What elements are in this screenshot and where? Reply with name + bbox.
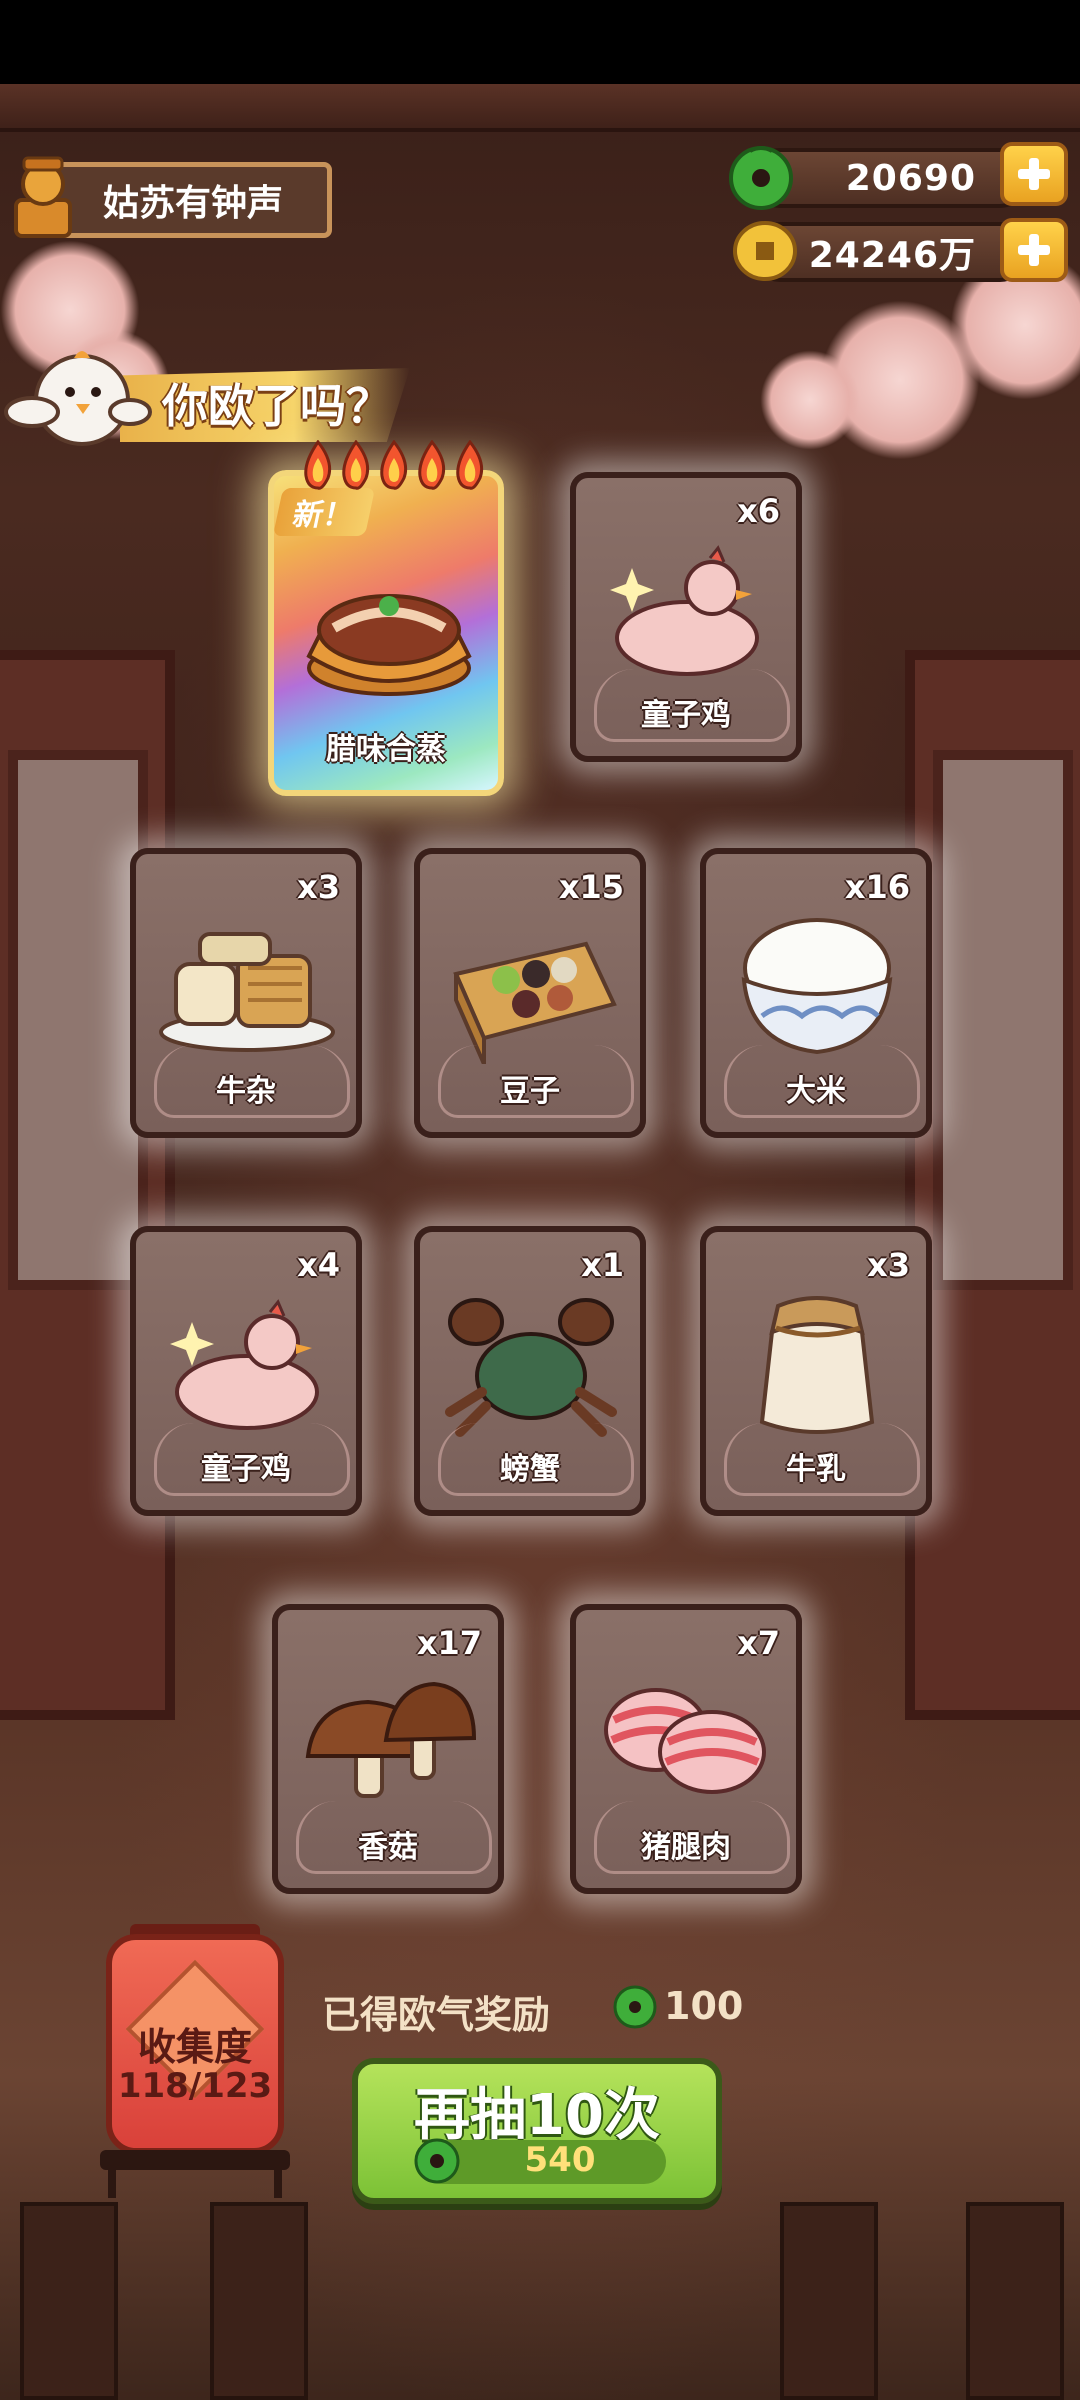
banner-text: 你欧了吗？ bbox=[162, 379, 392, 433]
reward-value: 100 bbox=[664, 1984, 744, 2028]
card-label: 螃蟹 bbox=[500, 1452, 560, 1487]
card-label: 牛乳 bbox=[786, 1452, 846, 1487]
collection-progress: 118/123 bbox=[117, 2066, 273, 2106]
player-avatar-icon[interactable] bbox=[6, 150, 80, 240]
floor-post bbox=[966, 2202, 1064, 2400]
card-count: x3 bbox=[297, 868, 340, 906]
new-badge: 新！ bbox=[272, 488, 376, 536]
left-door bbox=[0, 650, 175, 1720]
ingredient-card[interactable]: x3 牛乳 bbox=[700, 1226, 932, 1516]
cured-meat-dish-icon bbox=[306, 594, 472, 696]
collection-title: 收集度 bbox=[137, 2025, 252, 2069]
draw-cost: 540 bbox=[524, 2140, 596, 2180]
card-count: x6 bbox=[737, 492, 780, 530]
new-dish-label: 腊味合蒸 bbox=[326, 732, 446, 767]
card-label: 大米 bbox=[786, 1074, 846, 1109]
draw-again-label: 再抽10次 bbox=[414, 2083, 660, 2148]
jade-amount: 20690 bbox=[845, 157, 976, 199]
status-bar bbox=[0, 0, 1080, 84]
flame-icon bbox=[380, 440, 408, 490]
ingredient-card[interactable]: x7 猪腿肉 bbox=[570, 1604, 802, 1894]
rice-bowl-icon bbox=[741, 918, 893, 1055]
plus-icon bbox=[1018, 158, 1050, 190]
crab-icon bbox=[445, 1298, 617, 1437]
ingredient-card[interactable]: x6 童子鸡 bbox=[570, 472, 802, 762]
roof-beam bbox=[0, 84, 1080, 132]
add-jade-button[interactable] bbox=[1000, 142, 1068, 206]
card-count: x1 bbox=[581, 1246, 624, 1284]
card-label: 猪腿肉 bbox=[641, 1830, 731, 1865]
floor-post bbox=[780, 2202, 878, 2400]
card-count: x16 bbox=[844, 868, 910, 906]
blossom-decoration bbox=[760, 350, 860, 450]
jade-icon bbox=[729, 146, 793, 210]
flame-icon bbox=[304, 440, 332, 490]
flame-icon bbox=[418, 440, 446, 490]
beef-offal-icon bbox=[159, 932, 335, 1052]
jade-icon bbox=[613, 1985, 657, 2029]
player-name-plate[interactable]: 姑苏有钟声 bbox=[48, 162, 332, 238]
mushroom-icon bbox=[305, 1681, 477, 1798]
milk-jar-icon bbox=[759, 1296, 875, 1434]
bird-mascot-icon bbox=[4, 351, 152, 446]
plus-icon bbox=[1018, 234, 1050, 266]
card-count: x7 bbox=[737, 1624, 780, 1662]
lantern-stand bbox=[108, 2168, 282, 2198]
ingredient-card[interactable]: x15 豆子 bbox=[414, 848, 646, 1138]
flame-icon bbox=[342, 440, 370, 490]
lantern-base bbox=[100, 2150, 290, 2170]
ingredient-card[interactable]: x1 螃蟹 bbox=[414, 1226, 646, 1516]
ingredient-card[interactable]: x4 童子鸡 bbox=[130, 1226, 362, 1516]
card-label: 童子鸡 bbox=[201, 1452, 291, 1487]
beans-icon bbox=[453, 941, 617, 1064]
card-label: 童子鸡 bbox=[641, 698, 731, 733]
reward-label: 已得欧气奖励 bbox=[322, 1993, 551, 2037]
ingredient-card[interactable]: x16 大米 bbox=[700, 848, 932, 1138]
floor-post bbox=[210, 2202, 308, 2400]
coin-amount: 24246万 bbox=[808, 235, 976, 276]
rarity-flames bbox=[300, 440, 490, 492]
coin-icon bbox=[733, 221, 797, 281]
floor-post bbox=[20, 2202, 118, 2400]
right-door bbox=[905, 650, 1080, 1720]
card-count: x4 bbox=[297, 1246, 340, 1284]
card-count: x17 bbox=[416, 1624, 482, 1662]
ingredient-card[interactable]: x3 牛杂 bbox=[130, 848, 362, 1138]
chicken-icon bbox=[610, 545, 759, 676]
card-label: 豆子 bbox=[500, 1074, 560, 1109]
jade-icon bbox=[414, 2138, 460, 2184]
player-name: 姑苏有钟声 bbox=[103, 183, 284, 224]
flame-icon bbox=[456, 440, 484, 490]
add-coin-button[interactable] bbox=[1000, 218, 1068, 282]
card-label: 香菇 bbox=[358, 1830, 418, 1865]
chicken-icon bbox=[170, 1299, 319, 1430]
card-label: 牛杂 bbox=[216, 1074, 276, 1109]
card-count: x3 bbox=[867, 1246, 910, 1284]
ingredient-card[interactable]: x17 香菇 bbox=[272, 1604, 504, 1894]
card-count: x15 bbox=[558, 868, 624, 906]
pork-icon bbox=[604, 1688, 766, 1794]
